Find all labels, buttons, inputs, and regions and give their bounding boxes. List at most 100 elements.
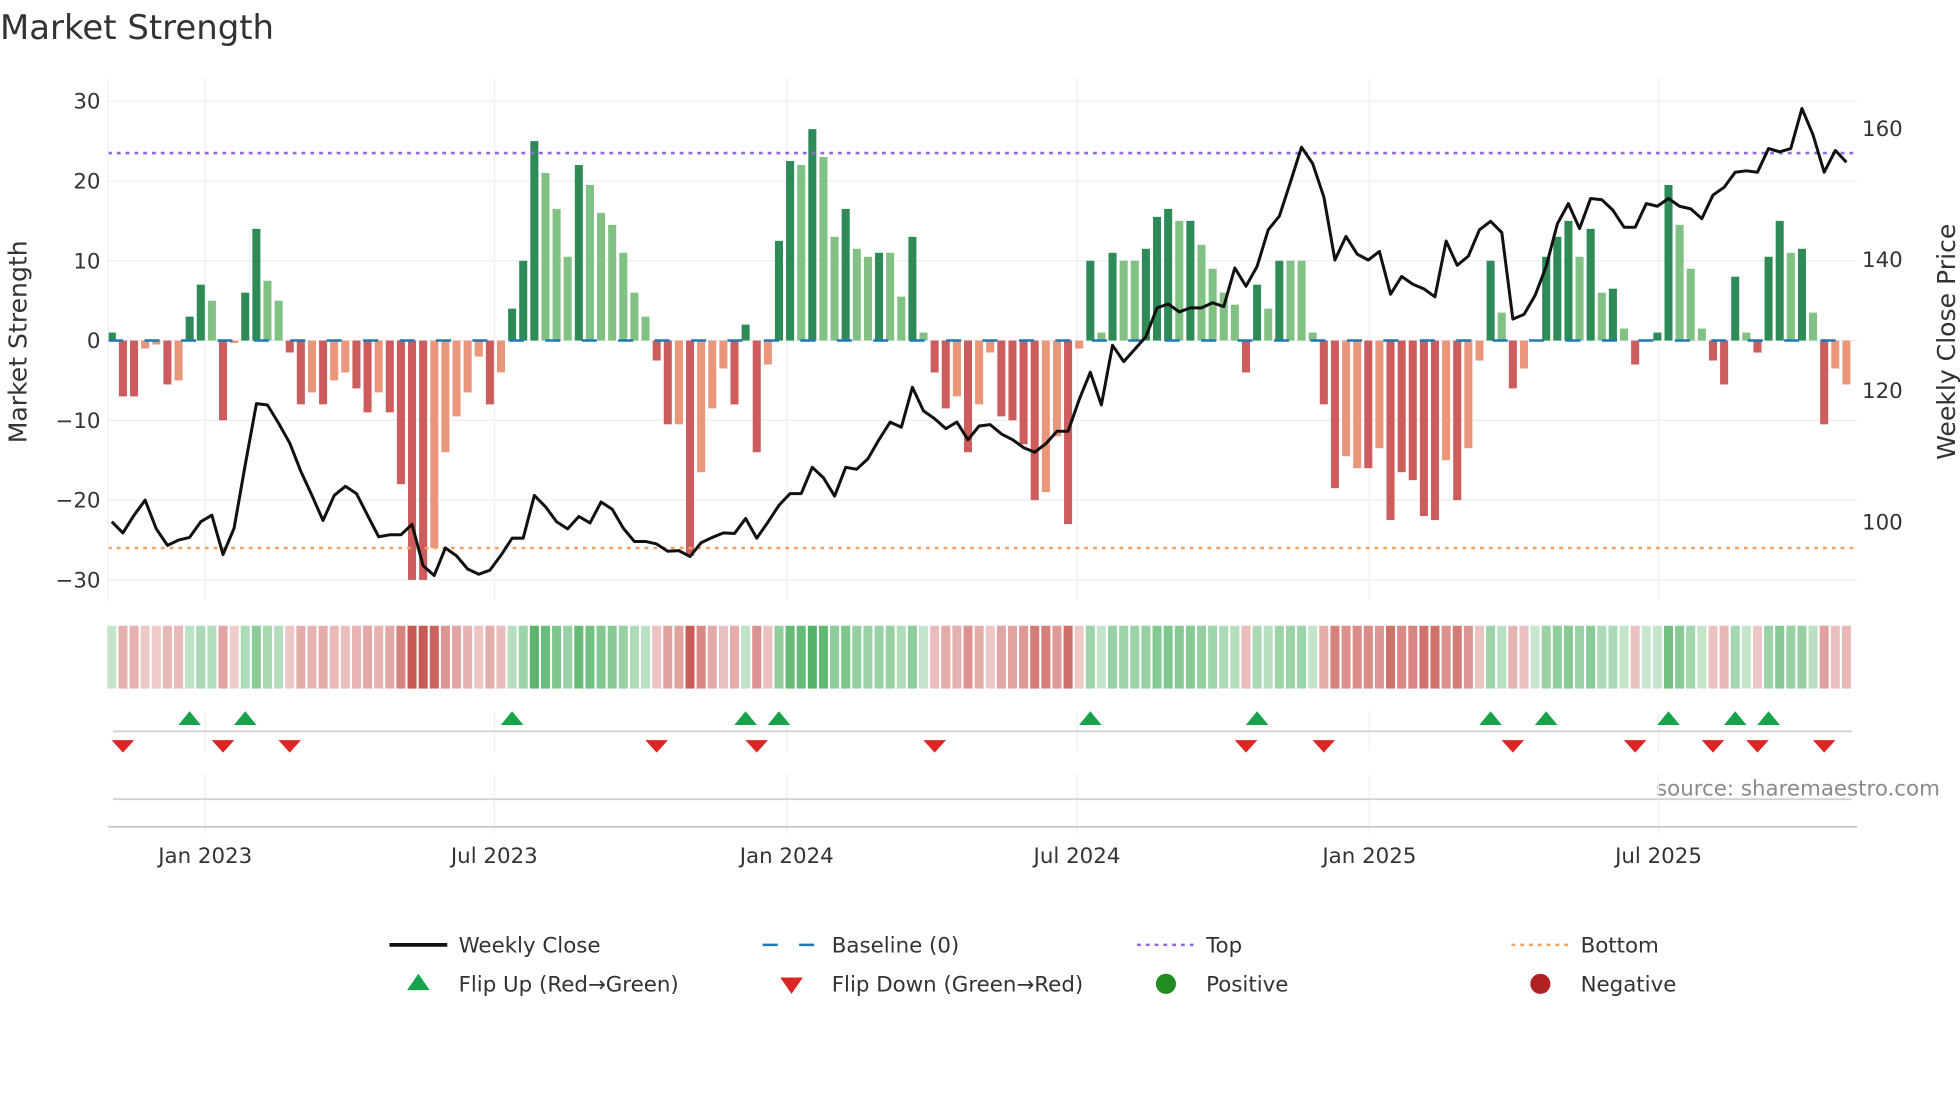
strength-bar (1375, 340, 1384, 449)
strength-bar (763, 340, 772, 365)
heat-strip-cell (351, 625, 361, 689)
heat-strip-cell (652, 625, 662, 689)
strength-bar (1230, 304, 1239, 341)
strength-bar (330, 340, 339, 381)
heat-strip-cell (1430, 625, 1440, 689)
strength-bar (352, 340, 361, 389)
strength-bar (1475, 340, 1484, 361)
strength-bar (608, 224, 617, 341)
strength-bar (1408, 340, 1417, 481)
heat-strip-cell (1074, 625, 1084, 689)
strength-bar (341, 340, 350, 373)
strength-bar (708, 340, 717, 409)
strength-bar (1130, 260, 1139, 341)
strength-bar (741, 324, 750, 341)
strength-bar (485, 340, 494, 405)
heat-strip-cell (1641, 625, 1651, 689)
y2-tick-label: 140 (1862, 248, 1903, 273)
heat-strip-cell (229, 625, 239, 689)
heat-strip-cell (1752, 625, 1762, 689)
heat-strip-cell (1619, 625, 1629, 689)
strength-bar (252, 228, 261, 341)
heat-strip-cell (107, 625, 117, 689)
heat-strip-cell (874, 625, 884, 689)
strength-bar (641, 316, 650, 341)
strength-bar (441, 340, 450, 453)
strength-bar (1809, 312, 1818, 341)
x-tick-label: Jul 2024 (1032, 844, 1121, 869)
strength-bar (697, 340, 706, 473)
heat-strip-cell (1319, 625, 1329, 689)
x-tick-label: Jul 2025 (1613, 844, 1702, 869)
heat-strip-cell (1730, 625, 1740, 689)
heat-strip-cell (218, 625, 228, 689)
heat-strip-cell (674, 625, 684, 689)
heat-strip-cell (396, 625, 406, 689)
strength-bar (719, 340, 728, 369)
strength-bar (863, 256, 872, 341)
heat-strip-cell (162, 625, 172, 689)
strength-bar (1442, 340, 1451, 461)
strength-bar (1797, 248, 1806, 341)
heat-strip-cell (1041, 625, 1051, 689)
legend-circle-icon (1155, 973, 1176, 994)
heat-strip-cell (1252, 625, 1262, 689)
heat-strip-cell (629, 625, 639, 689)
strength-bar (886, 252, 895, 341)
strength-bar (1086, 260, 1095, 341)
heat-strip-cell (1719, 625, 1729, 689)
strength-bar (1241, 340, 1251, 373)
strength-bar (930, 340, 939, 373)
y-axis-title: Market Strength (3, 240, 32, 443)
heat-strip-cell (896, 625, 906, 689)
y-tick-label: 30 (73, 90, 100, 115)
strength-bar (852, 248, 861, 341)
strength-bar (1297, 260, 1306, 341)
heat-strip-cell (518, 625, 528, 689)
heat-strip-cell (885, 625, 895, 689)
heat-strip-cell (718, 625, 728, 689)
strength-bar (419, 340, 428, 580)
strength-bar (1464, 340, 1473, 449)
strength-bar (552, 208, 561, 341)
chart-title: Market Strength (0, 8, 274, 47)
strength-bar (1342, 340, 1351, 457)
heat-strip-cell (863, 625, 873, 689)
heat-strip-cell (907, 625, 917, 689)
heat-strip-cell (1374, 625, 1384, 689)
strength-bar (207, 300, 216, 341)
heat-strip-cell (1219, 625, 1229, 689)
strength-bar (1553, 236, 1562, 341)
strength-bar (1519, 340, 1528, 369)
strength-bar (319, 340, 328, 405)
strength-bar (474, 340, 483, 357)
heat-strip-cell (1241, 625, 1251, 689)
strength-bar (1731, 276, 1740, 341)
strength-bar (185, 316, 194, 341)
heat-strip-cell (485, 625, 495, 689)
heat-strip-cell (418, 625, 428, 689)
strength-bar (1430, 340, 1440, 521)
heat-strip-cell (1352, 625, 1362, 689)
strength-bar (1775, 220, 1784, 341)
strength-bar (875, 252, 884, 341)
strength-bar (941, 340, 950, 409)
strength-bar (1697, 328, 1706, 341)
heat-strip-cell (329, 625, 339, 689)
heat-strip-cell (1474, 625, 1485, 689)
strength-bar (797, 165, 806, 341)
heat-strip-cell (1775, 625, 1785, 689)
strength-bar (1831, 340, 1840, 369)
strength-bar (1286, 260, 1295, 341)
strength-bar (908, 236, 917, 341)
strength-bar (1753, 340, 1762, 353)
heat-strip-cell (251, 625, 261, 689)
heat-strip-cell (507, 625, 517, 689)
strength-bar (1075, 340, 1084, 349)
strength-bar (1397, 340, 1406, 473)
strength-bar (1653, 332, 1662, 341)
source-annotation: source: sharemaestro.com (1656, 776, 1940, 801)
flip-up-marker (1757, 711, 1780, 726)
strength-bar (163, 340, 172, 385)
y2-axis-title: Weekly Close Price (1932, 224, 1960, 460)
